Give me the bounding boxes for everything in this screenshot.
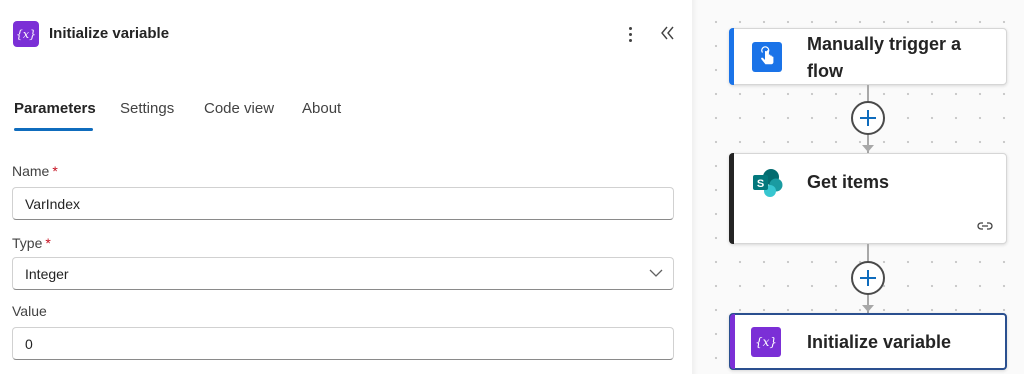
tab-about[interactable]: About [302,100,341,117]
tab-settings[interactable]: Settings [120,100,174,117]
card-accent [729,153,734,244]
tab-bar: Parameters Settings Code view About [0,90,692,134]
type-dropdown-value: Integer [25,265,69,282]
arrow-down-icon [862,145,874,152]
trigger-step-title-line2: flow [807,61,843,81]
card-accent [730,314,735,369]
value-input[interactable]: 0 [12,327,674,360]
type-label: Type * [12,235,51,251]
add-step-button[interactable] [851,101,885,135]
type-dropdown[interactable]: Integer [12,257,674,290]
flow-canvas[interactable]: Manually trigger a flow S Get items {x} … [698,0,1024,374]
active-tab-indicator [14,128,93,131]
plus-icon [860,110,876,126]
value-label: Value [12,303,47,319]
tab-parameters[interactable]: Parameters [14,100,96,117]
card-accent [729,28,734,85]
sharepoint-icon: S [753,169,783,197]
tab-code-view[interactable]: Code view [204,100,274,117]
chevron-down-icon [649,269,663,277]
panel-title: Initialize variable [49,25,170,42]
trigger-step-title-line1: Manually trigger a [807,34,962,54]
value-label-text: Value [12,303,47,319]
touch-trigger-icon [752,42,782,72]
get-items-step-title: Get items [807,172,890,192]
required-marker: * [45,235,51,251]
type-label-text: Type [12,235,43,251]
panel-header: {x} Initialize variable [0,0,692,70]
name-input[interactable]: VarIndex [12,187,674,220]
name-label-text: Name [12,163,50,179]
svg-text:S: S [757,178,764,190]
variable-icon: {x} [751,327,781,357]
initialize-variable-step-title: Initialize variable [807,332,952,352]
variable-icon: {x} [13,21,39,47]
collapse-panel-icon[interactable] [658,22,678,44]
plus-icon [860,270,876,286]
name-input-value: VarIndex [25,195,80,212]
arrow-down-icon [862,305,874,312]
link-icon [977,222,993,230]
add-step-button[interactable] [851,261,885,295]
initialize-variable-step-card[interactable]: {x} Initialize variable [729,313,1007,370]
get-items-step-card[interactable]: S Get items [729,153,1007,244]
trigger-step-card[interactable]: Manually trigger a flow [729,28,1007,85]
properties-panel: {x} Initialize variable Parameters Setti… [0,0,692,374]
required-marker: * [52,163,58,179]
value-input-value: 0 [25,335,33,352]
name-label: Name * [12,163,58,179]
more-options-icon[interactable] [620,22,640,46]
